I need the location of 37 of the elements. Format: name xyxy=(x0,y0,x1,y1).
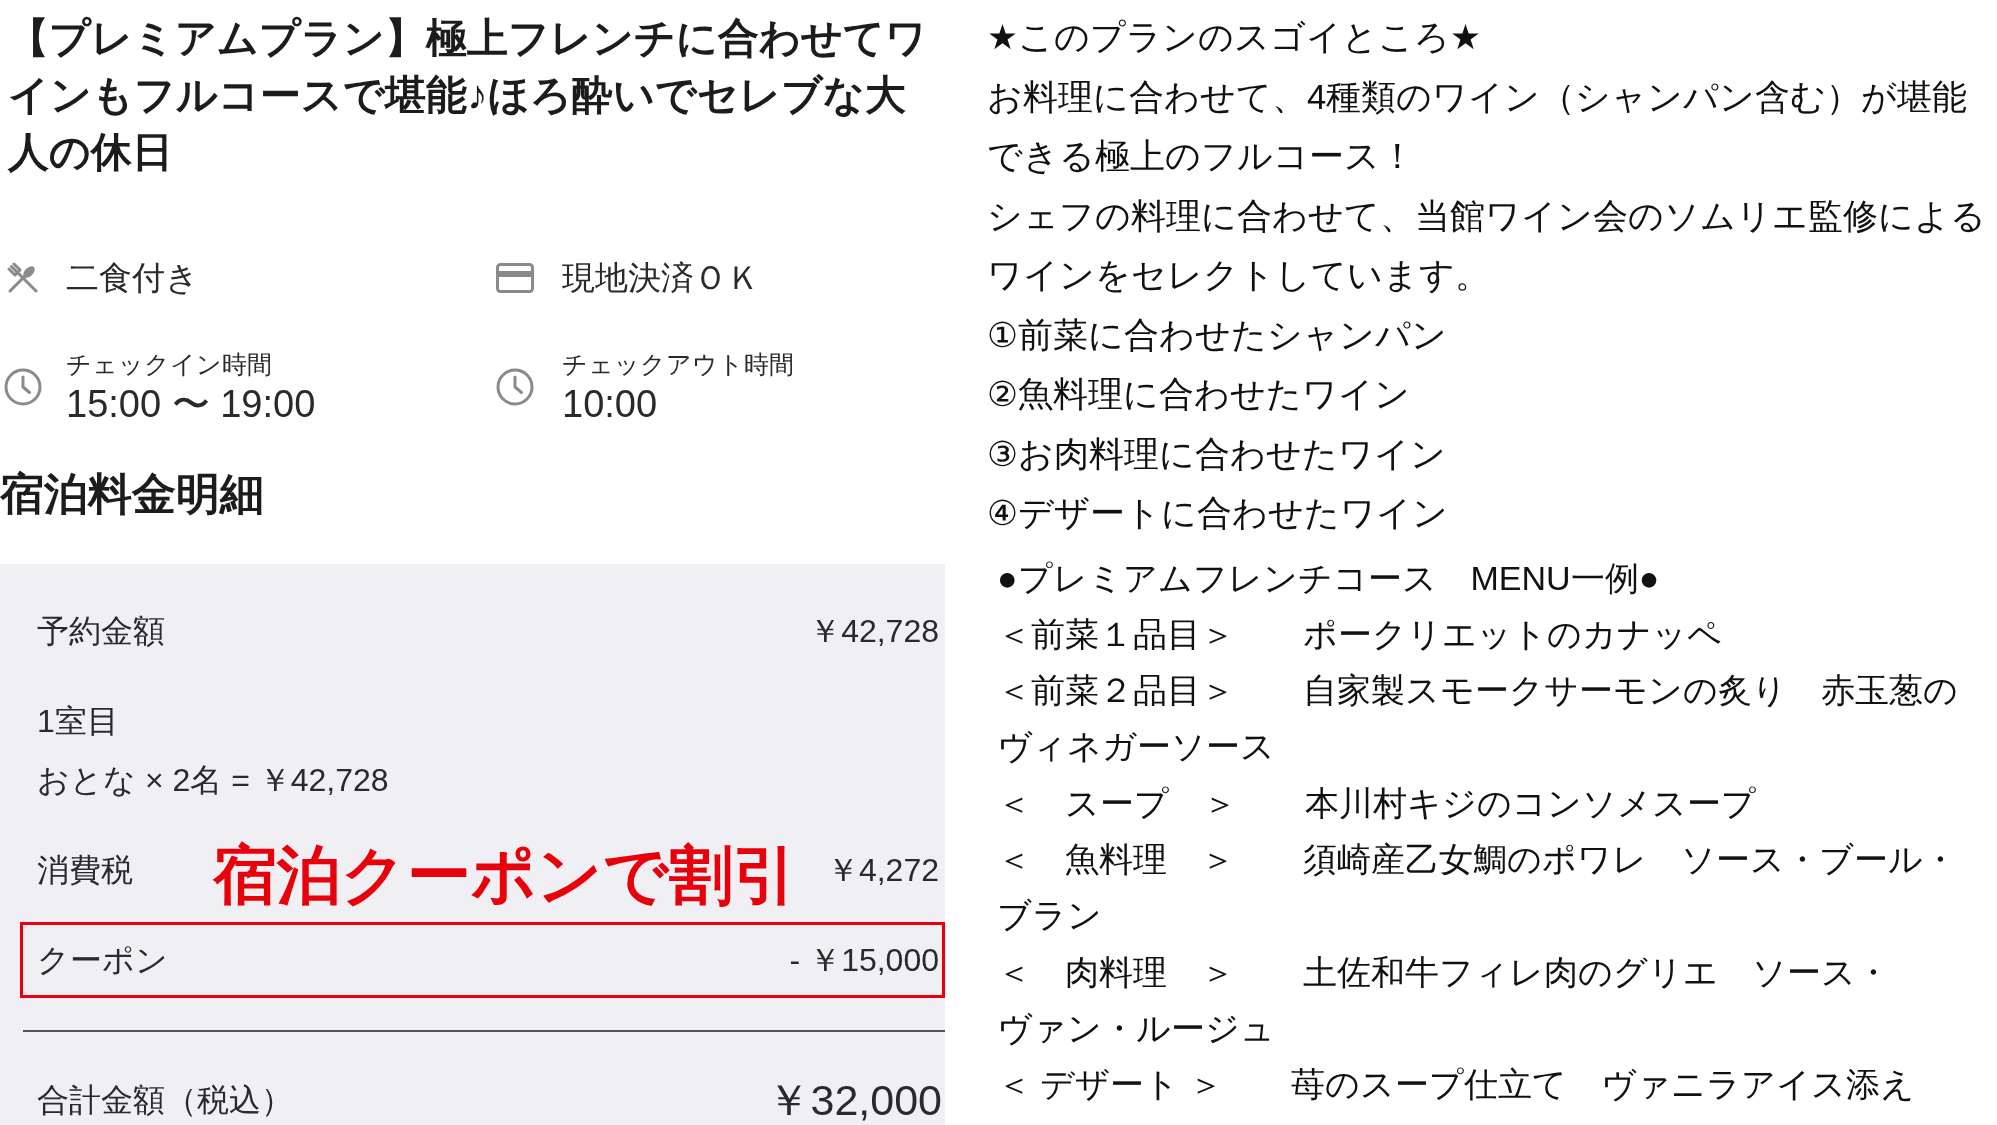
course-text: ＜ スープ ＞ 本川村キジのコンソメスープ xyxy=(997,782,1757,824)
wine-pairing-text: ①前菜に合わせたシャンパン xyxy=(987,314,1448,356)
description-text: お料理に合わせて、4種類のワイン（シャンパン含む）が堪能できる極上のフルコース！ xyxy=(987,76,1969,177)
price-value: ￥4,272 xyxy=(826,851,939,890)
total-value: ￥32,000 xyxy=(767,1075,942,1125)
price-value: ￥42,728 xyxy=(809,612,939,651)
course-text: ＜前菜２品目＞ 自家製スモークサーモンの炙り 赤玉葱のヴィネガーソース xyxy=(997,670,1959,768)
highlights-heading: ★このプランのスゴイところ★ xyxy=(987,17,1482,58)
fork-spoon-icon xyxy=(7,262,39,294)
course-heading: ●プレミアムフレンチコース MENU一例● xyxy=(997,557,1661,599)
course-text: ＜ デザート ＞ 苺のスープ仕立て ヴァニラアイス添え xyxy=(997,1064,1916,1106)
total-label: 合計金額（税込） xyxy=(37,1081,293,1120)
course-text: ＜ 肉料理 ＞ 土佐和牛フィレ肉のグリエ ソース・ヴァン・ルージュ xyxy=(997,951,1891,1049)
course-text: ＜前菜１品目＞ ポークリエットのカナッペ xyxy=(997,613,1723,655)
coupon-annotation: 宿泊クーポンで割引 xyxy=(213,840,797,910)
wine-pairing-text: ③お肉料理に合わせたワイン xyxy=(987,433,1447,475)
room-label: 1室目 xyxy=(37,702,119,741)
price-label: 予約金額 xyxy=(37,612,165,651)
clock-icon xyxy=(4,368,42,406)
price-label: クーポン xyxy=(37,941,168,980)
time-value: 15:00 〜 19:00 xyxy=(66,382,316,427)
course-text: ＜ 魚料理 ＞ 須崎産乙女鯛のポワレ ソース・ブール・ブラン xyxy=(997,839,1958,937)
wine-pairing-text: ②魚料理に合わせたワイン xyxy=(987,374,1411,415)
price-value: - ￥15,000 xyxy=(789,941,939,980)
price-label: 消費税 xyxy=(37,851,133,890)
section-heading: 宿泊料金明細 xyxy=(0,468,265,520)
time-label: チェックイン時間 xyxy=(66,349,273,380)
credit-card-icon xyxy=(496,263,534,293)
time-label: チェックアウト時間 xyxy=(562,349,794,380)
description-text: シェフの料理に合わせて、当館ワイン会のソムリエ監修によるワインをセレクトしています。 xyxy=(987,195,1987,296)
feature-label: 二食付き xyxy=(66,258,199,298)
guest-breakdown: おとな × 2名 = ￥42,728 xyxy=(37,761,389,800)
feature-label: 現地決済ＯＫ xyxy=(562,258,760,298)
wine-pairing-text: ④デザートに合わせたワイン xyxy=(987,493,1449,534)
time-value: 10:00 xyxy=(562,382,659,427)
plan-title: 【プレミアムプラン】極上フレンチに合わせてワインもフルコースで堪能♪ほろ酔いでセレブな大人の休日 xyxy=(6,14,928,177)
clock-icon xyxy=(496,368,534,406)
